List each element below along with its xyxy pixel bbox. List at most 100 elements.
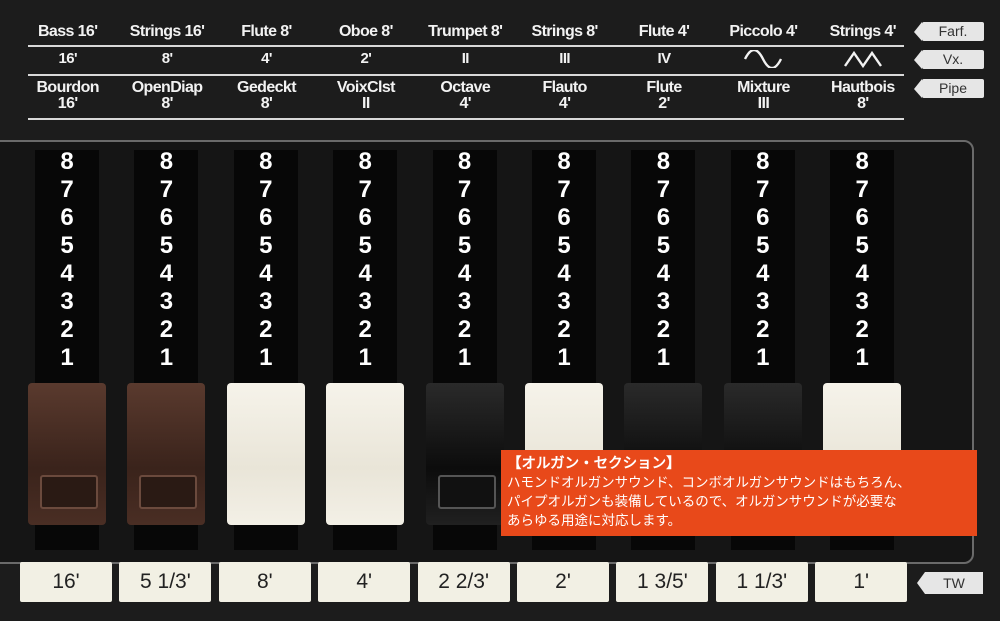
voice-name: Bourdon bbox=[36, 80, 99, 96]
voice-name: Flute bbox=[646, 80, 682, 96]
voice-label-top: Bass 16' bbox=[37, 23, 98, 40]
drawbar-scale-number: 6 bbox=[656, 204, 671, 231]
voice-label-top: Strings 16' bbox=[129, 23, 205, 40]
drawbar-scale-number: 3 bbox=[557, 288, 571, 315]
voice-label-bottom: Mixture III bbox=[714, 80, 813, 120]
caption-box: 【オルガン・セクション】 ハモンドオルガンサウンド、コンボオルガンサウンドはもち… bbox=[501, 450, 977, 536]
drawbar-handle-4[interactable] bbox=[326, 383, 405, 525]
drawbar-scale: 87654321 bbox=[532, 148, 596, 372]
drawbar-scale: 87654321 bbox=[35, 148, 99, 372]
drawbar-footage-label: 1' bbox=[815, 562, 908, 602]
divider-line bbox=[28, 74, 904, 76]
drawbar-scale-number: 1 bbox=[159, 344, 174, 371]
drawbar-scale-number: 8 bbox=[259, 148, 273, 175]
mode-button-pipe[interactable]: Pipe bbox=[914, 79, 984, 98]
drawbar-scale-number: 5 bbox=[60, 232, 74, 259]
drawbar-scale-number: 6 bbox=[557, 204, 571, 231]
drawbar-footage-label: 1 1/3' bbox=[715, 562, 808, 602]
drawbar-scale-number: 4 bbox=[159, 260, 174, 287]
mode-button-farf[interactable]: Farf. bbox=[914, 22, 984, 41]
drawbar-handle-1[interactable] bbox=[28, 383, 106, 525]
drawbar-scale-number: 2 bbox=[358, 316, 372, 343]
voice-label-top: Flute 8' bbox=[241, 23, 292, 40]
caption-line: あらゆる用途に対応します。 bbox=[507, 513, 682, 529]
voice-label-top: Oboe 8' bbox=[338, 23, 393, 40]
voice-label-bottom: OpenDiap 8' bbox=[117, 80, 216, 120]
drawbar-scale: 87654321 bbox=[830, 148, 894, 372]
drawbar-scale-number: 6 bbox=[855, 204, 869, 231]
drawbar-scale-number: 1 bbox=[457, 344, 472, 371]
voice-footage: 2' bbox=[658, 95, 670, 112]
drawbar-footage-label: 5 1/3' bbox=[119, 562, 212, 602]
drawbar-scale-number: 3 bbox=[756, 288, 770, 315]
voice-label-mid: 2' bbox=[360, 50, 372, 67]
voice-name: Gedeckt bbox=[237, 80, 297, 96]
voice-label-top: Trumpet 8' bbox=[428, 23, 503, 40]
voice-footage: 8' bbox=[260, 95, 273, 112]
drawbar-scale-number: 4 bbox=[557, 260, 571, 287]
drawbar-scale-number: 8 bbox=[557, 148, 571, 175]
drawbar-scale: 87654321 bbox=[333, 148, 397, 372]
drawbar-scale-number: 8 bbox=[159, 148, 174, 175]
caption-title: 【オルガン・セクション】 bbox=[507, 456, 681, 472]
voice-name: Octave bbox=[440, 80, 491, 96]
drawbar-footage-label: 16' bbox=[20, 562, 112, 602]
drawbar-scale-number: 4 bbox=[259, 260, 273, 287]
drawbar-scale-number: 8 bbox=[60, 148, 74, 175]
drawbar-scale-number: 7 bbox=[457, 176, 472, 203]
divider-line bbox=[28, 45, 904, 47]
drawbar-scale-number: 2 bbox=[855, 316, 869, 343]
drawbar-handle-5[interactable] bbox=[425, 383, 504, 525]
voice-label-bottom: Gedeckt 8' bbox=[217, 80, 316, 120]
voice-name: Flauto bbox=[542, 80, 587, 96]
voice-label-mid: 4' bbox=[261, 50, 272, 67]
drawbar-scale-number: 7 bbox=[358, 176, 372, 203]
voice-label-mid: 8' bbox=[161, 50, 173, 67]
drawbar-scale-number: 8 bbox=[457, 148, 472, 175]
drawbar-scale-number: 3 bbox=[159, 288, 174, 315]
voice-label-mid: II bbox=[461, 50, 470, 67]
voice-label-mid: 16' bbox=[58, 50, 77, 67]
drawbar-scale-number: 5 bbox=[756, 232, 770, 259]
drawbar-scale-number: 7 bbox=[259, 176, 273, 203]
voice-label-top: Strings 8' bbox=[531, 23, 599, 40]
drawbar-handle-3[interactable] bbox=[226, 383, 305, 525]
organ-section-panel: Bass 16' Strings 16' Flute 8' Oboe 8' Trumpe… bbox=[0, 0, 1000, 621]
voice-label-bottom: Flute 2' bbox=[614, 80, 713, 120]
drawbar-scale: 87654321 bbox=[731, 148, 795, 372]
drawbar-scale-number: 5 bbox=[855, 232, 869, 259]
drawbar-scale-number: 3 bbox=[656, 288, 671, 315]
drawbar-scale-number: 2 bbox=[159, 316, 174, 343]
drawbar-scale-number: 5 bbox=[358, 232, 372, 259]
drawbar-scale-number: 2 bbox=[756, 316, 770, 343]
drawbar-scale: 87654321 bbox=[433, 148, 497, 372]
drawbar-scale-number: 6 bbox=[457, 204, 472, 231]
drawbar-scale-number: 5 bbox=[457, 232, 472, 259]
voice-name: OpenDiap bbox=[131, 80, 203, 96]
drawbar-scale-number: 7 bbox=[656, 176, 671, 203]
drawbar-handle-window bbox=[437, 475, 496, 509]
voice-name: Mixture bbox=[737, 80, 790, 96]
drawbar-handle-2[interactable] bbox=[127, 383, 206, 525]
voice-labels-top-row: Bass 16' Strings 16' Flute 8' Oboe 8' Trumpe… bbox=[18, 23, 913, 45]
drawbar-scale-number: 4 bbox=[60, 260, 74, 287]
drawbar-scale-number: 1 bbox=[358, 344, 372, 371]
voice-label-bottom: Octave 4' bbox=[416, 80, 515, 120]
drawbar-scale-number: 8 bbox=[756, 148, 770, 175]
voice-label-top: Piccolo 4' bbox=[729, 23, 798, 40]
drawbar-scale-number: 1 bbox=[557, 344, 571, 371]
drawbar-scale-number: 3 bbox=[60, 288, 74, 315]
tw-button[interactable]: TW bbox=[917, 572, 983, 594]
drawbar-scale-number: 6 bbox=[159, 204, 174, 231]
drawbar-scale-number: 7 bbox=[855, 176, 869, 203]
drawbar-footage-label: 2' bbox=[517, 562, 609, 602]
drawbar-scale-number: 4 bbox=[656, 260, 671, 287]
voice-label-bottom: Hautbois 8' bbox=[813, 80, 912, 120]
drawbar-scale-number: 8 bbox=[656, 148, 671, 175]
drawbar-scale-number: 7 bbox=[756, 176, 770, 203]
drawbar-scale-number: 1 bbox=[60, 344, 74, 371]
voice-label-mid: III bbox=[559, 50, 570, 67]
voice-footage: 8' bbox=[857, 95, 869, 112]
drawbar-scale-number: 7 bbox=[159, 176, 174, 203]
mode-button-vx[interactable]: Vx. bbox=[914, 50, 984, 69]
